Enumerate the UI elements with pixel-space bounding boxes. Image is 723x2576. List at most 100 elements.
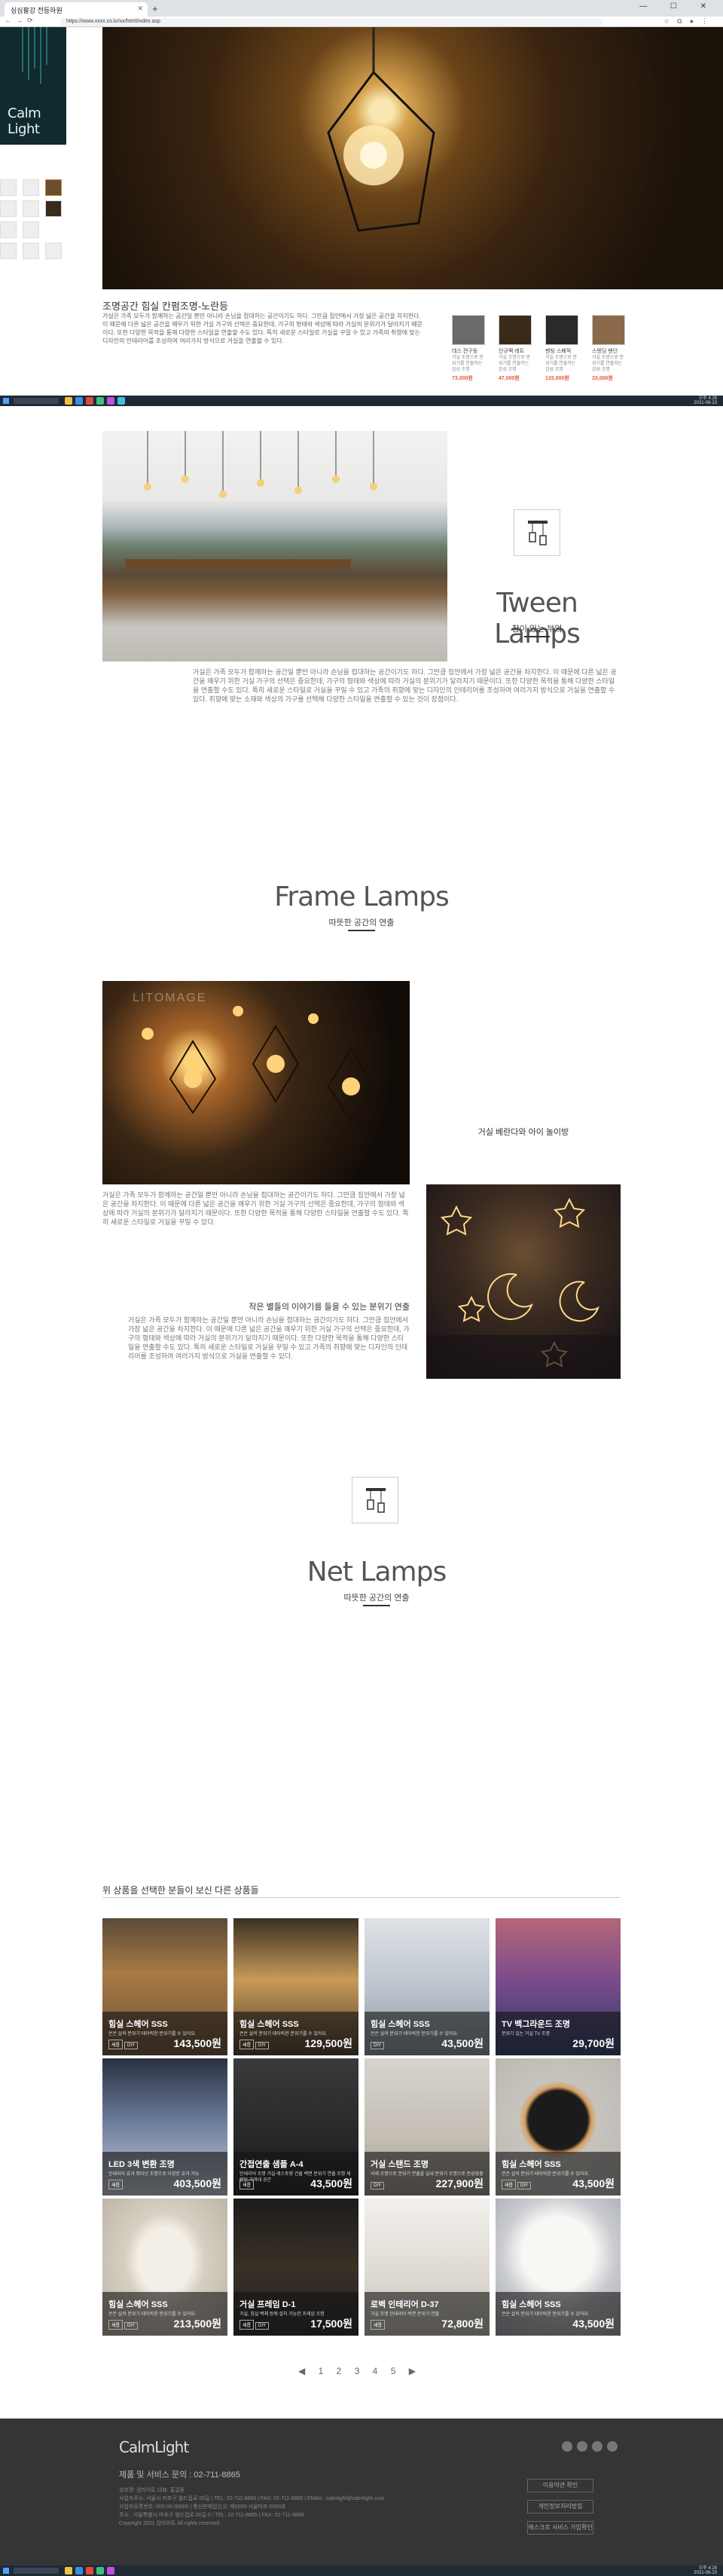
taskbar-clock: 오후 4:28 2021-06-23	[694, 396, 717, 405]
edge-icon[interactable]	[75, 397, 83, 405]
extension-icon[interactable]: ⧉	[677, 17, 689, 25]
folder-icon[interactable]	[65, 2567, 72, 2574]
product-card[interactable]: 힘실 스헤어 SSS 은은 살의 분위기 테이릭한 분위기를 수 있어요. 새롭…	[102, 1918, 227, 2055]
thumbnail[interactable]	[23, 222, 39, 238]
product-price: 129,500원	[304, 2037, 353, 2049]
browser-toolbar-icons[interactable]: ☆⧉●⋮	[664, 17, 715, 26]
related-product[interactable]: 스텐딩 팬던 거실 조명으로 분위기를 연출하는 감성 조명 33,000원	[592, 315, 625, 382]
taskbar-search[interactable]	[14, 398, 59, 404]
related-product-image[interactable]	[499, 315, 532, 345]
blog-icon[interactable]	[562, 2441, 572, 2452]
prev-page-icon[interactable]: ◀	[298, 2366, 305, 2376]
nav-buttons[interactable]: ←→⟳	[5, 17, 38, 25]
thumbnail[interactable]	[45, 200, 62, 217]
thumbnail-selected[interactable]	[45, 179, 62, 196]
youtube-icon[interactable]	[607, 2441, 618, 2452]
forward-icon[interactable]: →	[16, 17, 27, 24]
related-product-image[interactable]	[545, 315, 578, 345]
app-icon[interactable]	[107, 2567, 114, 2574]
product-name: 거실 프레임 D-1	[239, 2300, 296, 2309]
product-card[interactable]: 거실 스탠드 조명 서재 조명으로 분위기 연출을 실내 분위기 조명으로 안성…	[365, 2058, 490, 2196]
terms-button[interactable]: 이용약관 확인	[527, 2479, 593, 2492]
page-1[interactable]: 1	[319, 2366, 324, 2376]
taskbar-search[interactable]	[14, 2568, 59, 2574]
window-controls[interactable]: — ☐ ✕	[639, 2, 717, 11]
product-tags: 새롭 DIY	[108, 2040, 139, 2049]
tween-lamps-photo	[102, 431, 447, 662]
profile-icon[interactable]: ●	[690, 17, 701, 25]
privacy-button[interactable]: 개인정보처리방침	[527, 2500, 593, 2513]
product-tag: 새롭	[239, 2180, 255, 2189]
related-product-image[interactable]	[452, 315, 485, 345]
app-icon[interactable]	[107, 397, 114, 405]
product-card[interactable]: 힘실 스헤어 SSS 은은 살의 분위기 테이릭한 분위기를 수 있어요. DI…	[365, 1918, 490, 2055]
close-tab-icon[interactable]: ✕	[137, 5, 143, 13]
thumbnail[interactable]	[0, 179, 17, 196]
tween-lamps-subtitle: 참이 있는 부엌	[511, 625, 563, 634]
product-tag: 새롭	[108, 2320, 124, 2330]
page-4[interactable]: 4	[373, 2366, 378, 2376]
product-card[interactable]: 힘실 스헤어 SSS 은은 살의 분위기 테이릭한 분위기를 수 있어요. 새롭…	[496, 2058, 621, 2196]
related-product[interactable]: 인규팩 레트 거실 조명으로 분위기를 연출하는 감성 조명 47,000원	[499, 315, 532, 382]
product-card[interactable]: 힘실 스헤어 SSS 은은 살의 분위기 테이릭한 분위기를 수 있어요. 새롭…	[233, 1918, 358, 2055]
product-price: 143,500원	[173, 2037, 222, 2049]
product-name: 간접연출 샘플 A-4	[239, 2160, 304, 2169]
new-tab-icon[interactable]: +	[152, 3, 158, 14]
related-product-price: 73,000원	[452, 376, 473, 381]
related-product[interactable]: 펜팅 스폐적 거실 조명으로 분위기를 연출하는 감성 조명 133,000원	[545, 315, 578, 382]
windows-start-icon[interactable]	[3, 2568, 9, 2574]
folder-icon[interactable]	[65, 397, 72, 405]
star-icon[interactable]: ☆	[664, 17, 677, 25]
next-page-icon[interactable]: ▶	[409, 2366, 416, 2376]
product-name: 힘실 스헤어 SSS	[108, 2020, 168, 2029]
page-3[interactable]: 3	[355, 2366, 360, 2376]
product-card[interactable]: 힘실 스헤어 SSS 은은 살의 분위기 테이릭한 분위기를 수 있어요. 43…	[496, 2199, 621, 2336]
hero-lamp-graphic	[327, 27, 435, 232]
chrome-icon[interactable]	[86, 397, 93, 405]
social-links[interactable]	[557, 2441, 618, 2454]
pendant-lamp-icon	[528, 521, 548, 545]
product-card[interactable]: TV 백그라운드 조명 분위기 있는 거실 TV 조명 29,700원	[496, 1918, 621, 2055]
related-product-image[interactable]	[592, 315, 625, 345]
pagination[interactable]: ◀ 1 2 3 4 5 ▶	[298, 2366, 426, 2376]
product-card[interactable]: LED 3색 변환 조명 인테리어 효과 뛰어난 조명으로 다양한 효과 가능 …	[102, 2058, 227, 2196]
thumbnail[interactable]	[23, 200, 39, 217]
menu-icon[interactable]: ⋮	[701, 17, 715, 25]
thumbnail[interactable]	[0, 200, 17, 217]
product-card[interactable]: 간접연출 샘플 A-4 인테리어 조명 거실 레스토랑 건물 벽면 분위기 연출…	[233, 2058, 358, 2196]
instagram-icon[interactable]	[577, 2441, 587, 2452]
edge-icon[interactable]	[75, 2567, 83, 2574]
windows-start-icon[interactable]	[3, 398, 9, 404]
lamp-icon	[514, 509, 560, 556]
footer-logo[interactable]: CalmLight	[119, 2438, 189, 2456]
url-input[interactable]: https://www.xxxx.co.kr/xx/html/index.asp	[60, 18, 602, 26]
thumbnail[interactable]	[45, 243, 62, 259]
related-product[interactable]: 데스 전구등 거실 조명으로 분위기를 연출하는 감성 조명 73,000원	[452, 315, 485, 382]
taskbar-date: 2021-06-23	[694, 401, 717, 405]
facebook-icon[interactable]	[592, 2441, 602, 2452]
thumbnail[interactable]	[23, 179, 39, 196]
pendant-row-graphic	[125, 431, 377, 570]
reload-icon[interactable]: ⟳	[27, 17, 38, 24]
app-icon[interactable]	[96, 397, 104, 405]
escrow-button[interactable]: 에스크로 서비스 가입확인	[527, 2521, 593, 2535]
product-price: 43,500원	[572, 2177, 615, 2189]
thumbnail[interactable]	[23, 243, 39, 259]
product-tag: DIY	[517, 2182, 532, 2189]
divider	[524, 636, 550, 637]
browser-tab[interactable]: 심심팔강 전등하원 ✕	[5, 2, 148, 17]
page-5[interactable]: 5	[391, 2366, 396, 2376]
app-icon[interactable]	[117, 397, 125, 405]
back-icon[interactable]: ←	[5, 17, 16, 24]
thumbnail[interactable]	[0, 222, 17, 238]
product-card[interactable]: 로벽 인테리어 D-37 거실 조명 인테리어 벽면 분위기 연출 새롭 72,…	[365, 2199, 490, 2336]
related-product-desc: 거실 조명으로 분위기를 연출하는 감성 조명	[545, 356, 577, 372]
chrome-icon[interactable]	[86, 2567, 93, 2574]
product-price: 403,500원	[173, 2177, 222, 2189]
thumbnail[interactable]	[0, 243, 17, 259]
product-card[interactable]: 거실 프레임 D-1 거실, 침실 벽체 등에 설치 가능한 프레임 조명 새롭…	[233, 2199, 358, 2336]
page-2[interactable]: 2	[337, 2366, 342, 2376]
product-card[interactable]: 힘실 스헤어 SSS 은은 살의 분위기 테이릭한 분위기를 수 있어요. 새롭…	[102, 2199, 227, 2336]
taskbar-clock: 오후 4:28 2021-06-23	[694, 2566, 717, 2575]
app-icon[interactable]	[96, 2567, 104, 2574]
